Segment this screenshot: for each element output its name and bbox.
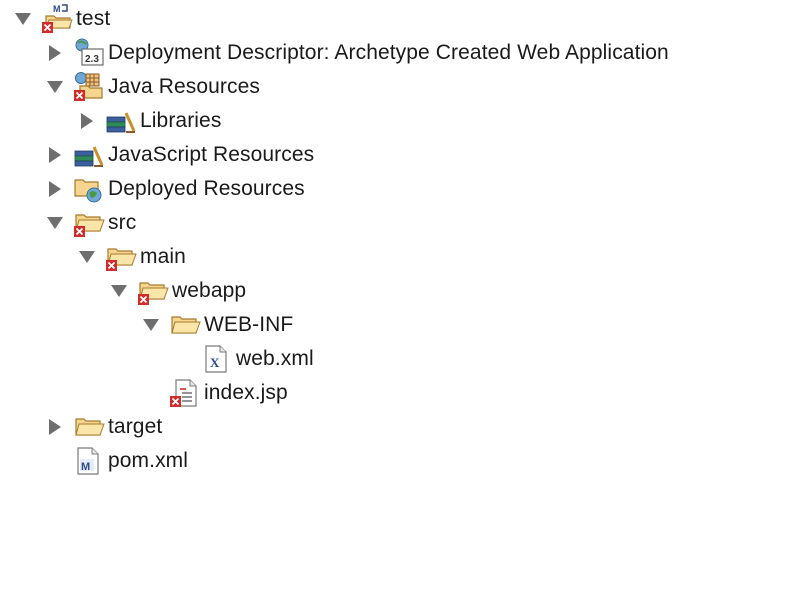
tree-item-label: Java Resources xyxy=(108,75,260,98)
folder-icon xyxy=(168,308,202,342)
tree-item-label: web.xml xyxy=(236,347,314,370)
tree-item-main[interactable]: main xyxy=(76,240,186,274)
tree-item-src[interactable]: src xyxy=(44,206,136,240)
javascript-resources-icon xyxy=(72,138,106,172)
tree-item-deployed-resources[interactable]: Deployed Resources xyxy=(44,172,305,206)
tree-item-label: src xyxy=(108,211,137,234)
tree-item-java-resources[interactable]: Java Resources xyxy=(44,70,260,104)
expanded-twisty-icon[interactable] xyxy=(140,314,162,336)
folder-icon xyxy=(136,274,170,308)
tree-item-label: Deployed Resources xyxy=(108,177,305,200)
tree-item-label: main xyxy=(140,245,186,268)
deployment-descriptor-icon: 2.3 xyxy=(72,36,106,70)
expanded-twisty-icon[interactable] xyxy=(108,280,130,302)
expanded-twisty-icon[interactable] xyxy=(44,76,66,98)
tree-item-label: WEB-INF xyxy=(204,313,294,336)
tree-item-libraries[interactable]: Libraries xyxy=(76,104,221,138)
libraries-icon xyxy=(104,104,138,138)
tree-item-label: index.jsp xyxy=(204,381,288,404)
collapsed-twisty-icon[interactable] xyxy=(44,42,66,64)
xml-file-icon: X xyxy=(200,342,234,376)
collapsed-twisty-icon[interactable] xyxy=(76,110,98,132)
expanded-twisty-icon[interactable] xyxy=(44,212,66,234)
tree-item-web-xml[interactable]: X web.xml xyxy=(172,342,314,376)
tree-item-test[interactable]: M test xyxy=(12,2,110,36)
svg-text:M: M xyxy=(81,461,90,473)
tree-item-webapp[interactable]: webapp xyxy=(108,274,246,308)
tree-item-label: Deployment Descriptor: Archetype Created… xyxy=(108,41,669,64)
tree-item-javascript-resources[interactable]: JavaScript Resources xyxy=(44,138,314,172)
folder-icon xyxy=(72,206,106,240)
folder-icon xyxy=(72,410,106,444)
java-resources-icon xyxy=(72,70,106,104)
tree-item-label: JavaScript Resources xyxy=(108,143,315,166)
svg-text:M: M xyxy=(53,4,61,14)
tree-item-label: pom.xml xyxy=(108,449,189,472)
expanded-twisty-icon[interactable] xyxy=(76,246,98,268)
svg-text:X: X xyxy=(210,355,220,370)
tree-item-index-jsp[interactable]: index.jsp xyxy=(140,376,288,410)
tree-item-label: webapp xyxy=(172,279,247,302)
expanded-twisty-icon[interactable] xyxy=(12,8,34,30)
deployed-resources-icon xyxy=(72,172,106,206)
folder-icon xyxy=(104,240,138,274)
maven-pom-icon: M xyxy=(72,444,106,478)
svg-text:2.3: 2.3 xyxy=(85,54,99,65)
tree-item-pom-xml[interactable]: M pom.xml xyxy=(44,444,188,478)
project-explorer-tree: M test 2.3 Deployment Descriptor: Archet… xyxy=(0,0,794,600)
collapsed-twisty-icon[interactable] xyxy=(44,144,66,166)
tree-item-label: test xyxy=(76,7,111,30)
jsp-file-icon xyxy=(168,376,202,410)
maven-project-icon: M xyxy=(40,2,74,36)
tree-item-web-inf[interactable]: WEB-INF xyxy=(140,308,293,342)
tree-item-target[interactable]: target xyxy=(44,410,162,444)
collapsed-twisty-icon[interactable] xyxy=(44,416,66,438)
tree-item-label: Libraries xyxy=(140,109,222,132)
tree-item-deployment-descriptor[interactable]: 2.3 Deployment Descriptor: Archetype Cre… xyxy=(44,36,669,70)
collapsed-twisty-icon[interactable] xyxy=(44,178,66,200)
tree-item-label: target xyxy=(108,415,163,438)
